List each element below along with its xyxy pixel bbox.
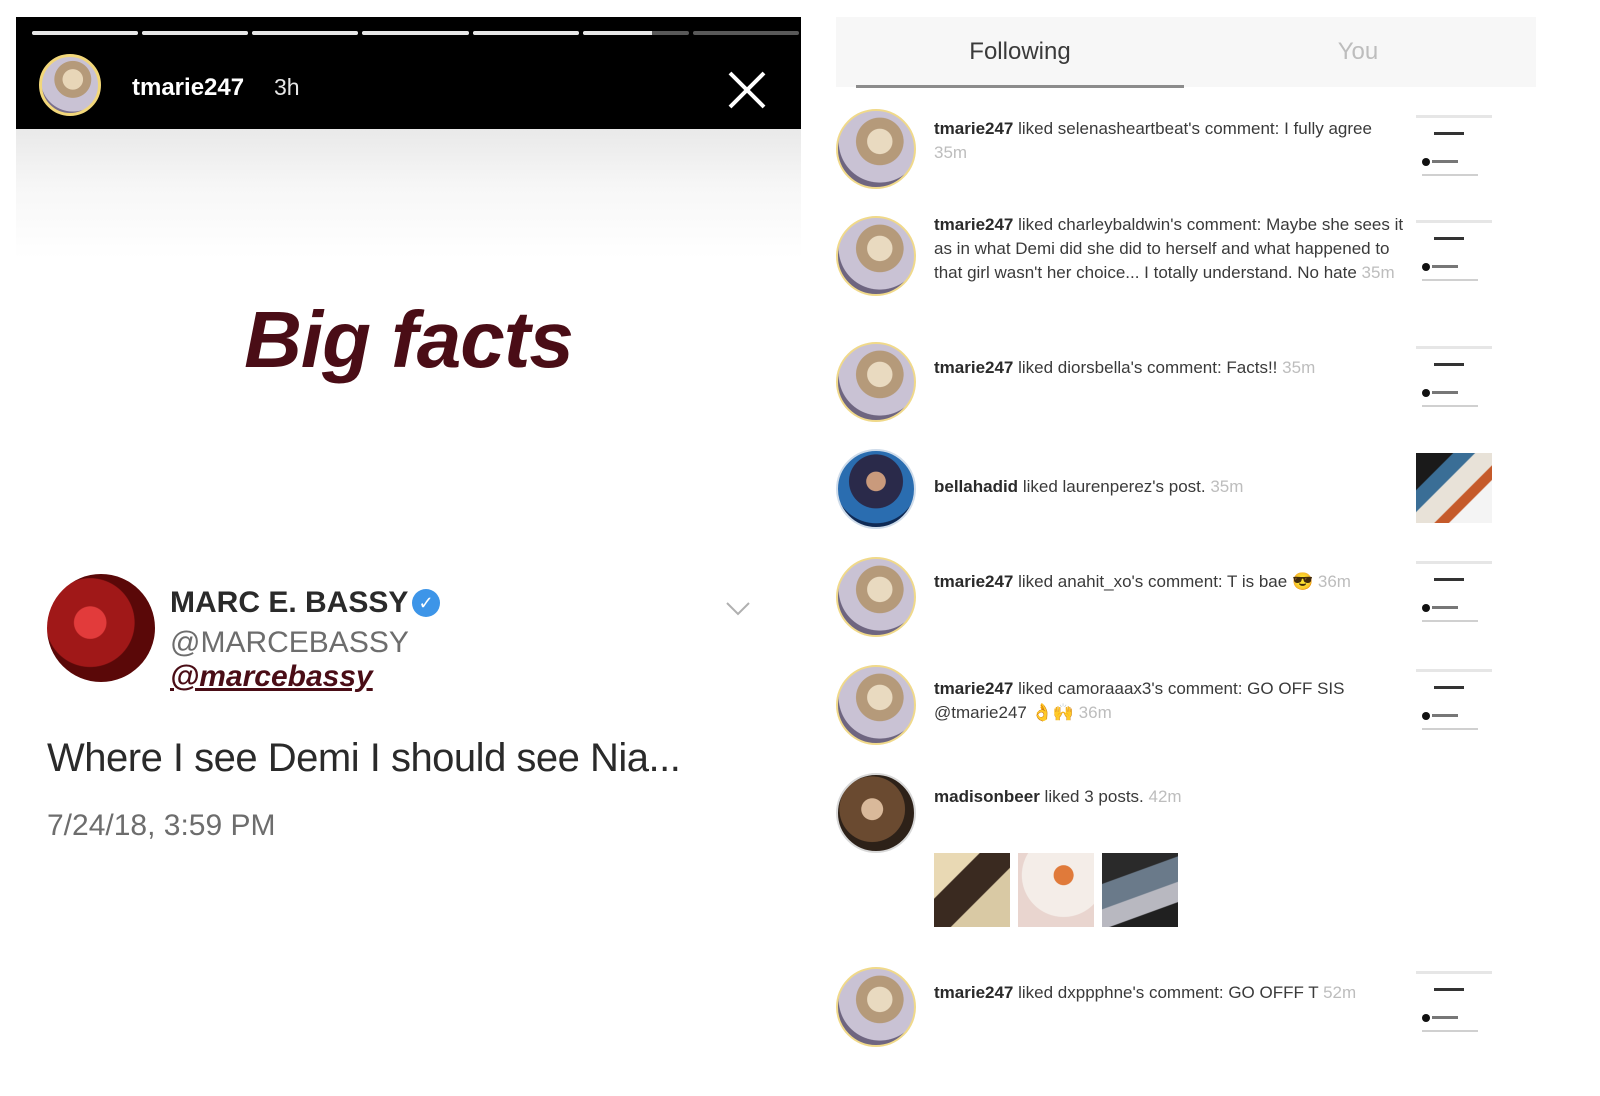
activity-username[interactable]: tmarie247 xyxy=(934,983,1013,1002)
mention-sticker[interactable]: @marcebassy xyxy=(170,660,373,694)
story-timestamp: 3h xyxy=(274,74,300,100)
post-thumbnail[interactable] xyxy=(1416,346,1492,419)
progress-segment xyxy=(582,31,689,35)
tab-following[interactable]: Following xyxy=(856,17,1184,87)
activity-username[interactable]: tmarie247 xyxy=(934,572,1013,591)
activity-time: 35m xyxy=(1361,263,1395,282)
post-thumbnail[interactable] xyxy=(1416,220,1492,293)
activity-text: tmarie247 liked selenasheartbeat's comme… xyxy=(934,117,1404,165)
progress-segment xyxy=(32,31,139,35)
activity-username[interactable]: tmarie247 xyxy=(934,215,1013,234)
chevron-down-icon[interactable] xyxy=(723,599,753,619)
progress-segment xyxy=(692,31,799,35)
progress-segment xyxy=(252,31,359,35)
activity-time: 36m xyxy=(1317,572,1351,591)
post-thumbnail[interactable] xyxy=(1416,561,1492,634)
liked-posts-strip xyxy=(836,853,1536,933)
avatar[interactable] xyxy=(836,665,916,745)
story-header: tmarie247 3h xyxy=(16,17,801,129)
activity-text: bellahadid liked laurenperez's post. 35m xyxy=(934,475,1404,499)
tweet-text: Where I see Demi I should see Nia... xyxy=(47,736,681,780)
activity-action: liked anahit_xo's comment: T is bae 😎 xyxy=(1018,572,1314,591)
post-thumbnail[interactable] xyxy=(1416,115,1492,188)
activity-text: tmarie247 liked diorsbella's comment: Fa… xyxy=(934,356,1404,380)
story-content: Big facts MARC E. BASSY ✓ @MARCEBASSY @m… xyxy=(16,129,801,1079)
post-thumbnail[interactable] xyxy=(1416,669,1492,742)
activity-time: 52m xyxy=(1323,983,1357,1002)
activity-text: tmarie247 liked camoraaax3's comment: GO… xyxy=(934,677,1404,725)
post-thumbnail[interactable] xyxy=(1102,853,1178,927)
story-avatar[interactable] xyxy=(39,54,101,116)
progress-segment xyxy=(472,31,579,35)
avatar[interactable] xyxy=(836,342,916,422)
activity-text: madisonbeer liked 3 posts. 42m xyxy=(934,785,1404,809)
activity-text: tmarie247 liked charleybaldwin's comment… xyxy=(934,213,1404,285)
activity-time: 35m xyxy=(1282,358,1316,377)
progress-segment xyxy=(142,31,249,35)
activity-time: 36m xyxy=(1078,703,1112,722)
avatar[interactable] xyxy=(836,557,916,637)
post-thumbnail[interactable] xyxy=(1416,453,1492,523)
avatar[interactable] xyxy=(836,967,916,1047)
activity-action: liked dxppphne's comment: GO OFFF T xyxy=(1018,983,1319,1002)
activity-action: liked laurenperez's post. xyxy=(1022,477,1206,496)
activity-username[interactable]: madisonbeer xyxy=(934,787,1040,806)
tweet-author-name: MARC E. BASSY xyxy=(170,586,409,619)
activity-action: liked selenasheartbeat's comment: I full… xyxy=(1018,119,1372,138)
progress-segment xyxy=(362,31,469,35)
tweet-date: 7/24/18, 3:59 PM xyxy=(47,809,276,842)
avatar[interactable] xyxy=(836,449,916,529)
avatar[interactable] xyxy=(836,109,916,189)
story-progress-bar xyxy=(32,31,799,35)
activity-username[interactable]: tmarie247 xyxy=(934,679,1013,698)
active-tab-indicator xyxy=(856,85,1184,88)
activity-feed: Following You tmarie247 liked selenashea… xyxy=(836,17,1536,1079)
verified-badge-icon: ✓ xyxy=(412,589,440,617)
activity-text: tmarie247 liked dxppphne's comment: GO O… xyxy=(934,981,1404,1005)
activity-username[interactable]: bellahadid xyxy=(934,477,1018,496)
post-thumbnail[interactable] xyxy=(1018,853,1094,927)
activity-text: tmarie247 liked anahit_xo's comment: T i… xyxy=(934,570,1404,594)
activity-action: liked diorsbella's comment: Facts!! xyxy=(1018,358,1278,377)
activity-action: liked 3 posts. xyxy=(1044,787,1144,806)
activity-username[interactable]: tmarie247 xyxy=(934,119,1013,138)
avatar[interactable] xyxy=(836,216,916,296)
activity-tabs: Following You xyxy=(836,17,1536,88)
story-viewer[interactable]: tmarie247 3h Big facts MARC E. BASSY ✓ @… xyxy=(16,17,801,1079)
tweet-avatar xyxy=(47,574,155,682)
tab-you[interactable]: You xyxy=(1184,17,1532,87)
post-thumbnail[interactable] xyxy=(934,853,1010,927)
post-thumbnail[interactable] xyxy=(1416,971,1492,1044)
story-headline: Big facts xyxy=(244,295,574,384)
activity-time: 35m xyxy=(934,143,968,162)
avatar[interactable] xyxy=(836,773,916,853)
tweet-author-handle: @MARCEBASSY xyxy=(170,626,409,659)
activity-time: 42m xyxy=(1148,787,1182,806)
story-username[interactable]: tmarie247 xyxy=(132,74,244,102)
close-icon[interactable] xyxy=(724,67,770,113)
activity-username[interactable]: tmarie247 xyxy=(934,358,1013,377)
activity-time: 35m xyxy=(1210,477,1244,496)
